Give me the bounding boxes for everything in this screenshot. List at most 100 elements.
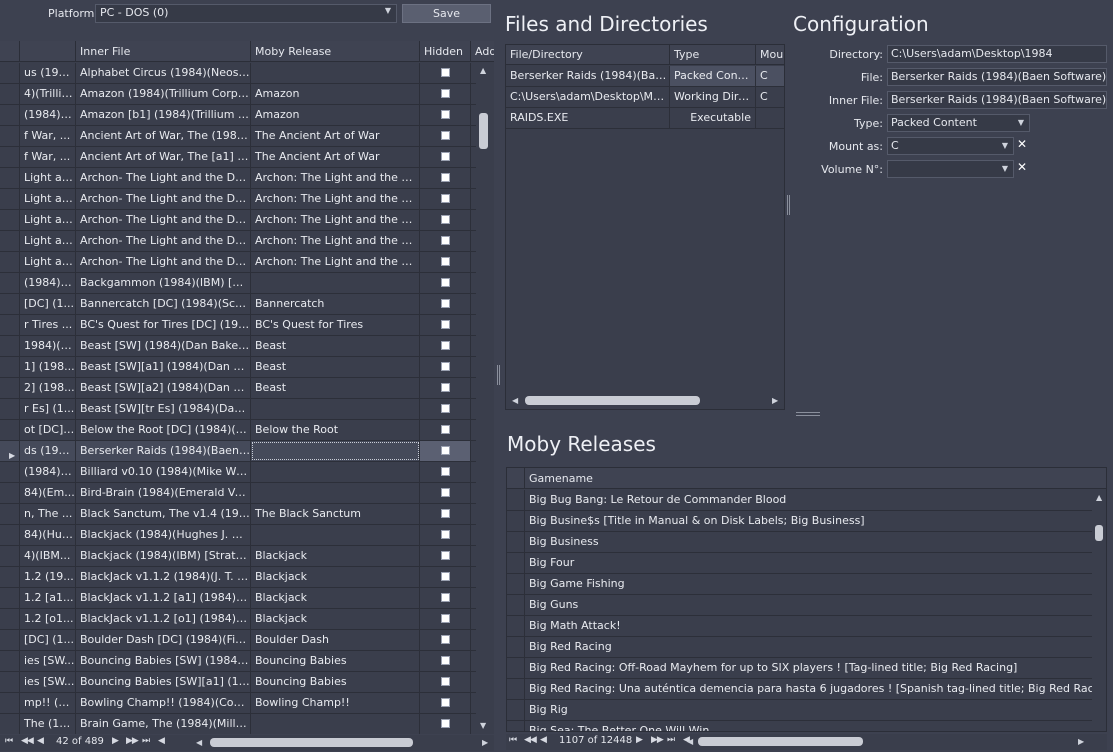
inner-file-cell[interactable]: Beast [SW][a1] (1984)(Dan Bak... xyxy=(76,357,251,377)
mount-cell[interactable]: C xyxy=(756,87,784,107)
hidden-cell[interactable] xyxy=(420,462,471,482)
first-record-icon[interactable]: ⏮ xyxy=(5,736,13,746)
inner-file-cell[interactable]: BlackJack v1.1.2 [o1] (1984)(J. ... xyxy=(76,609,251,629)
scroll-left-icon[interactable]: ◀ xyxy=(687,737,693,746)
file-cell[interactable]: The (19... xyxy=(20,714,76,734)
scroll-left-icon[interactable]: ◀ xyxy=(196,738,202,747)
hidden-cell[interactable] xyxy=(420,420,471,440)
gamename-cell[interactable]: Big Busine$s [Title in Manual & on Disk … xyxy=(525,511,865,531)
inner-file-cell[interactable]: Archon- The Light and the Dark ... xyxy=(76,189,251,209)
horizontal-splitter[interactable] xyxy=(796,412,820,416)
file-cell[interactable]: 1.2 [a1... xyxy=(20,588,76,608)
inner-file-cell[interactable]: Alphabet Circus (1984)(Neosoft... xyxy=(76,63,251,83)
inner-file-cell[interactable]: BlackJack v1.1.2 (1984)(J. T. C... xyxy=(76,567,251,587)
table-row[interactable]: ▶ ds (198... Berserker Raids (1984)(Baen S… xyxy=(0,441,476,462)
list-item[interactable]: Big Game Fishing xyxy=(507,574,1092,595)
table-row[interactable]: [DC] (1... Boulder Dash [DC] (1984)(First… xyxy=(0,630,476,651)
file-cell[interactable]: r Tires ... xyxy=(20,315,76,335)
next-page-icon[interactable]: ▶▶ xyxy=(651,735,664,745)
files-config-splitter[interactable] xyxy=(787,195,790,215)
list-item[interactable]: Big Red Racing: Una auténtica demencia p… xyxy=(507,679,1106,700)
header-inner-file[interactable]: Inner File xyxy=(76,41,251,62)
first-record-icon[interactable]: ⏮ xyxy=(509,735,517,745)
table-row[interactable]: (1984)(... Backgammon (1984)(IBM) [Strat.… xyxy=(0,273,476,294)
directory-field[interactable]: C:\Users\adam\Desktop\1984 xyxy=(887,45,1107,63)
moby-h-scroll-thumb[interactable] xyxy=(698,737,863,746)
moby-release-cell[interactable]: Bouncing Babies xyxy=(251,651,420,671)
hidden-checkbox[interactable] xyxy=(441,635,450,644)
hidden-cell[interactable] xyxy=(420,252,471,272)
inner-file-cell[interactable]: Archon- The Light and the Dark ... xyxy=(76,252,251,272)
scroll-right-icon[interactable]: ▶ xyxy=(772,396,778,405)
inner-file-cell[interactable]: Bowling Champ!! (1984)(Compu... xyxy=(76,693,251,713)
moby-release-cell[interactable] xyxy=(251,273,420,293)
file-cell[interactable]: Light an... xyxy=(20,168,76,188)
hidden-cell[interactable] xyxy=(420,546,471,566)
header-add[interactable]: Add xyxy=(471,41,494,62)
prev-record-icon[interactable]: ◀ xyxy=(37,736,44,746)
inner-file-cell[interactable]: Boulder Dash [DC] (1984)(First ... xyxy=(76,630,251,650)
header-gamename[interactable]: Gamename xyxy=(525,468,1092,489)
file-cell[interactable]: (1984)(... xyxy=(20,462,76,482)
gamename-cell[interactable]: Big Rig xyxy=(525,700,568,720)
platform-select[interactable]: PC - DOS (0) ▼ xyxy=(95,4,397,23)
hidden-cell[interactable] xyxy=(420,63,471,83)
hidden-checkbox[interactable] xyxy=(441,677,450,686)
moby-release-cell[interactable]: Amazon xyxy=(251,105,420,125)
inner-file-cell[interactable]: Archon- The Light and the Dark ... xyxy=(76,210,251,230)
table-row[interactable]: RAIDS.EXE Executable xyxy=(506,108,784,129)
header-type[interactable]: Type xyxy=(670,45,756,65)
table-row[interactable]: n, The ...Black Sanctum, The v1.4 (1984)… xyxy=(0,504,476,525)
next-record-icon[interactable]: ▶ xyxy=(112,736,119,746)
inner-file-cell[interactable]: Amazon [b1] (1984)(Trillium Cor... xyxy=(76,105,251,125)
hidden-checkbox[interactable] xyxy=(441,593,450,602)
file-cell[interactable]: [DC] (1... xyxy=(20,630,76,650)
file-cell[interactable]: f War, ... xyxy=(20,126,76,146)
scroll-up-icon[interactable]: ▲ xyxy=(1096,493,1102,502)
mount-select[interactable]: C ▼ xyxy=(887,137,1014,155)
header-hidden[interactable]: Hidden xyxy=(420,41,471,62)
hidden-checkbox[interactable] xyxy=(441,236,450,245)
hidden-cell[interactable] xyxy=(420,357,471,377)
hidden-cell[interactable] xyxy=(420,273,471,293)
table-row[interactable]: 84)(Em... Bird-Brain (1984)(Emerald Valle… xyxy=(0,483,476,504)
hidden-cell[interactable] xyxy=(420,168,471,188)
inner-file-cell[interactable]: Bird-Brain (1984)(Emerald Valley... xyxy=(76,483,251,503)
hidden-cell[interactable] xyxy=(420,588,471,608)
table-row[interactable]: (1984)(... Billiard v0.10 (1984)(Mike Win… xyxy=(0,462,476,483)
hidden-cell[interactable] xyxy=(420,84,471,104)
file-field[interactable]: Berserker Raids (1984)(Baen Software) [A… xyxy=(887,68,1107,86)
table-row[interactable]: Light an... Archon- The Light and the Dar… xyxy=(0,252,476,273)
more-records-icon[interactable]: ◀ xyxy=(158,736,165,746)
last-record-icon[interactable]: ⏭ xyxy=(142,736,150,746)
hidden-checkbox[interactable] xyxy=(441,614,450,623)
moby-release-cell[interactable]: Blackjack xyxy=(251,567,420,587)
file-cell[interactable]: mp!! (19... xyxy=(20,693,76,713)
hidden-checkbox[interactable] xyxy=(441,488,450,497)
moby-release-cell[interactable]: Beast xyxy=(251,378,420,398)
inner-file-cell[interactable]: Bannercatch [DC] (1984)(Schola... xyxy=(76,294,251,314)
file-cell[interactable]: Light an... xyxy=(20,210,76,230)
table-row[interactable]: Light an... Archon- The Light and the Dar… xyxy=(0,189,476,210)
table-row[interactable]: 4)(Trilliu... Amazon (1984)(Trillium Corp… xyxy=(0,84,476,105)
table-row[interactable]: ies [SW...Bouncing Babies [SW][a1] (1984… xyxy=(0,672,476,693)
hidden-checkbox[interactable] xyxy=(441,152,450,161)
hidden-cell[interactable] xyxy=(420,315,471,335)
gamename-cell[interactable]: Big Red Racing xyxy=(525,637,612,657)
scroll-right-icon[interactable]: ▶ xyxy=(482,738,488,747)
inner-file-cell[interactable]: Bouncing Babies [SW] (1984)(D... xyxy=(76,651,251,671)
header-file[interactable] xyxy=(20,41,76,62)
table-row[interactable]: 84)(Hug... Blackjack (1984)(Hughes J. Gla… xyxy=(0,525,476,546)
list-item[interactable]: Big Guns xyxy=(507,595,1092,616)
file-cell[interactable]: 84)(Em... xyxy=(20,483,76,503)
file-cell[interactable]: n, The ... xyxy=(20,504,76,524)
save-button[interactable]: Save xyxy=(402,4,491,23)
inner-file-cell[interactable]: BlackJack v1.1.2 [a1] (1984)(J. ... xyxy=(76,588,251,608)
moby-release-cell[interactable]: The Black Sanctum xyxy=(251,504,420,524)
prev-record-icon[interactable]: ◀ xyxy=(540,735,547,745)
hidden-cell[interactable] xyxy=(420,672,471,692)
hidden-cell[interactable] xyxy=(420,567,471,587)
table-row[interactable]: 4)(IBM... Blackjack (1984)(IBM) [Strategy… xyxy=(0,546,476,567)
hidden-cell[interactable] xyxy=(420,399,471,419)
inner-file-cell[interactable]: Bouncing Babies [SW][a1] (1984... xyxy=(76,672,251,692)
